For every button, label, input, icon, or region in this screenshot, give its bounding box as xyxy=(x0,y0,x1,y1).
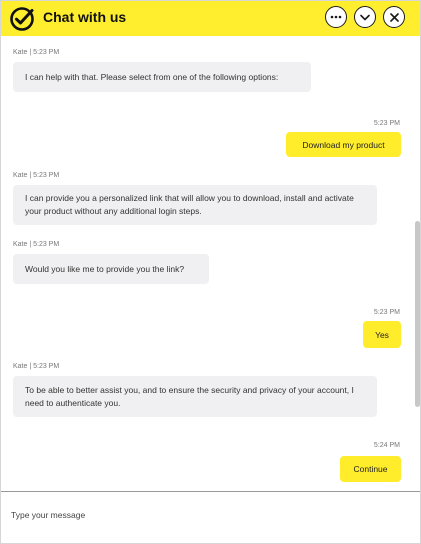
agent-message: To be able to better assist you, and to … xyxy=(13,376,377,417)
logo-checkmark-icon xyxy=(10,7,34,31)
close-icon xyxy=(389,12,399,22)
message-meta: Kate | 5:23 PM xyxy=(13,241,60,248)
message-meta: Kate | 5:23 PM xyxy=(13,363,60,370)
user-message-continue[interactable]: Continue xyxy=(340,456,401,482)
chat-title: Chat with us xyxy=(43,9,127,25)
close-button[interactable] xyxy=(383,6,405,28)
user-message-download-my-product[interactable]: Download my product xyxy=(286,132,401,157)
scrollbar[interactable] xyxy=(415,221,420,407)
more-options-button[interactable] xyxy=(325,6,347,28)
chat-header: Chat with us xyxy=(1,1,420,36)
message-meta: 5:24 PM xyxy=(373,442,400,449)
user-message-yes[interactable]: Yes xyxy=(363,321,401,348)
message-meta: 5:23 PM xyxy=(373,309,400,316)
message-meta: Kate | 5:23 PM xyxy=(13,172,60,179)
message-list[interactable]: Kate | 5:23 PM I can help with that. Ple… xyxy=(1,36,415,491)
minimize-icon xyxy=(360,14,370,20)
minimize-button[interactable] xyxy=(354,6,376,28)
composer xyxy=(1,491,420,543)
message-input[interactable] xyxy=(11,506,407,524)
chat-window: Chat with us Kate | 5:23 PM I can help w… xyxy=(0,0,421,544)
more-icon xyxy=(330,15,342,19)
message-meta: Kate | 5:23 PM xyxy=(13,49,60,56)
agent-message: I can help with that. Please select from… xyxy=(13,62,311,92)
message-meta: 5:23 PM xyxy=(373,120,400,127)
agent-message: I can provide you a personalized link th… xyxy=(13,185,377,225)
agent-message: Would you like me to provide you the lin… xyxy=(13,254,209,284)
